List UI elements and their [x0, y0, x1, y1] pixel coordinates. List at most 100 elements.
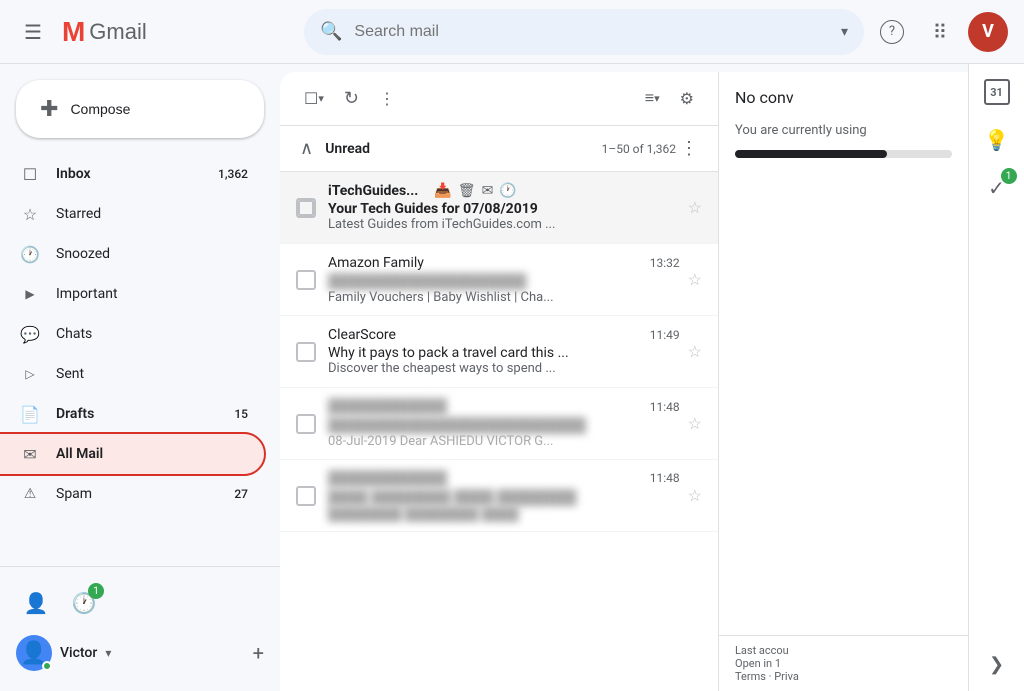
- email-checkbox[interactable]: [296, 414, 316, 434]
- sidebar-item-chats[interactable]: 💬 Chats: [0, 314, 264, 354]
- drafts-badge: 15: [234, 407, 248, 421]
- email-preview: Latest Guides from iTechGuides.com ...: [328, 217, 680, 232]
- header-left: ☰ M Gmail: [16, 12, 296, 52]
- help-button[interactable]: ?: [872, 12, 912, 52]
- email-subject: ██████████████████████████: [328, 417, 680, 434]
- allmail-icon: ✉: [16, 445, 44, 464]
- sidebar-item-important[interactable]: ▶ Important: [0, 274, 264, 314]
- settings-button[interactable]: ⚙: [672, 81, 702, 117]
- star-button[interactable]: ☆: [688, 198, 702, 217]
- compose-plus-icon: ✚: [40, 96, 58, 122]
- sidebar-item-label-starred: Starred: [56, 206, 248, 222]
- collapse-button[interactable]: ∧: [296, 134, 317, 163]
- user-avatar[interactable]: V: [968, 12, 1008, 52]
- user-avatar-small[interactable]: 👤: [16, 635, 52, 671]
- email-item[interactable]: ████████████ 11:48 █████████████████████…: [280, 388, 718, 460]
- star-button[interactable]: ☆: [688, 342, 702, 361]
- calendar-icon-button[interactable]: 31: [977, 72, 1017, 112]
- mark-unread-icon[interactable]: ✉: [482, 183, 494, 199]
- bottom-icons: 👤 🕐 1: [0, 575, 280, 631]
- checkbox-unchecked-icon: [298, 200, 314, 216]
- spam-badge: 27: [234, 487, 248, 501]
- email-content: Amazon Family 13:32 ████████████████████…: [328, 255, 680, 305]
- sidebar-item-drafts[interactable]: 📄 Drafts 15: [0, 394, 264, 434]
- sidebar-item-starred[interactable]: ☆ Starred: [0, 194, 264, 234]
- sidebar-item-allmail[interactable]: ✉ All Mail: [0, 434, 264, 474]
- email-item[interactable]: Amazon Family 13:32 ████████████████████…: [280, 244, 718, 316]
- star-button[interactable]: ☆: [688, 486, 702, 505]
- compose-button[interactable]: ✚ Compose: [16, 80, 264, 138]
- email-checkbox[interactable]: [296, 342, 316, 362]
- user-dropdown-icon[interactable]: ▾: [105, 646, 111, 660]
- email-item[interactable]: ClearScore 11:49 Why it pays to pack a t…: [280, 316, 718, 388]
- email-subject: ████████████████████: [328, 273, 680, 290]
- sidebar-item-label-important: Important: [56, 286, 248, 302]
- sent-icon: ▷: [16, 367, 44, 381]
- select-all-button[interactable]: ☐ ▾: [296, 81, 332, 117]
- snoozed-icon: 🕐: [16, 245, 44, 264]
- terms-text: Terms · Priva: [735, 670, 952, 683]
- sidebar-item-spam[interactable]: ⚠ Spam 27: [0, 474, 264, 514]
- sidebar-item-inbox[interactable]: ☐ Inbox 1,362: [0, 154, 264, 194]
- email-list: iTechGuides... 📥 🗑 ✉ 🕐 Your Tech Guides …: [280, 172, 718, 691]
- delete-icon[interactable]: 🗑: [458, 183, 476, 199]
- hamburger-icon[interactable]: ☰: [16, 12, 50, 52]
- sidebar-item-label-inbox: Inbox: [56, 166, 218, 182]
- email-sender: ████████████: [328, 398, 447, 415]
- apps-button[interactable]: ⠿: [920, 12, 960, 52]
- sidebar-item-label-snoozed: Snoozed: [56, 246, 248, 262]
- last-account-text: Last accou: [735, 644, 952, 657]
- sidebar-item-snoozed[interactable]: 🕐 Snoozed: [0, 234, 264, 274]
- search-dropdown-icon[interactable]: ▾: [841, 24, 848, 40]
- storage-progress-bar: [735, 150, 887, 158]
- sidebar-item-sent[interactable]: ▷ Sent: [0, 354, 264, 394]
- expand-icon: ❯: [989, 654, 1004, 675]
- density-button[interactable]: ≡ ▾: [637, 82, 668, 116]
- section-more-button[interactable]: ⋮: [676, 134, 702, 163]
- select-dropdown-icon: ▾: [318, 92, 324, 105]
- activities-button[interactable]: 🕐 1: [64, 583, 104, 623]
- snooze-icon[interactable]: 🕐: [499, 183, 516, 199]
- expand-button[interactable]: ❯: [981, 646, 1012, 683]
- tasks-icon-button[interactable]: ✓ 1: [977, 168, 1017, 208]
- email-bottom-row: 08-Jul-2019 Dear ASHIEDU VICTOR G...: [328, 434, 680, 449]
- email-preview: 08-Jul-2019 Dear ASHIEDU VICTOR G...: [328, 434, 680, 449]
- refresh-button[interactable]: ↻: [336, 80, 367, 117]
- star-button[interactable]: ☆: [688, 270, 702, 289]
- storage-text: You are currently using: [735, 123, 867, 138]
- star-button[interactable]: ☆: [688, 414, 702, 433]
- right-panel-title: No conv: [719, 72, 968, 115]
- email-checkbox[interactable]: [296, 198, 316, 218]
- no-conversation-text: No conv: [735, 88, 794, 107]
- email-content: iTechGuides... 📥 🗑 ✉ 🕐 Your Tech Guides …: [328, 183, 680, 232]
- email-checkbox[interactable]: [296, 486, 316, 506]
- online-indicator: [42, 661, 52, 671]
- email-time: 11:49: [650, 328, 680, 342]
- side-icons: 31 💡 ✓ 1 ❯: [968, 64, 1024, 691]
- email-bottom-row: ████████ ████████ ████: [328, 506, 680, 522]
- email-content: ████████████ 11:48 ████ ████████ ████ ██…: [328, 470, 680, 522]
- email-item[interactable]: iTechGuides... 📥 🗑 ✉ 🕐 Your Tech Guides …: [280, 172, 718, 244]
- sidebar-item-label-allmail: All Mail: [56, 446, 248, 462]
- email-checkbox[interactable]: [296, 270, 316, 290]
- search-input[interactable]: [354, 23, 829, 41]
- apps-icon: ⠿: [933, 20, 948, 44]
- email-top-row: iTechGuides... 📥 🗑 ✉ 🕐: [328, 183, 680, 199]
- compose-label: Compose: [70, 101, 130, 117]
- more-options-button[interactable]: ⋮: [371, 81, 403, 117]
- archive-icon[interactable]: 📥: [434, 183, 451, 199]
- email-area: ☐ ▾ ↻ ⋮ ≡ ▾ ⚙ ∧ U: [280, 72, 718, 691]
- contacts-button[interactable]: 👤: [16, 583, 56, 623]
- keep-icon-button[interactable]: 💡: [977, 120, 1017, 160]
- checkbox-icon: ☐: [304, 89, 318, 109]
- email-top-row: ████████████ 11:48: [328, 398, 680, 415]
- header-right: ? ⠿ V: [872, 12, 1008, 52]
- user-name-label: Victor: [60, 645, 97, 661]
- sidebar-item-label-sent: Sent: [56, 366, 248, 382]
- gmail-logo: M Gmail: [62, 16, 147, 48]
- email-item[interactable]: ████████████ 11:48 ████ ████████ ████ ██…: [280, 460, 718, 532]
- search-icon: 🔍: [320, 21, 342, 42]
- add-account-button[interactable]: +: [253, 641, 264, 665]
- email-preview: ████████ ████████ ████: [328, 506, 680, 522]
- sidebar: ✚ Compose ☐ Inbox 1,362 ☆ Starred 🕐 Snoo…: [0, 64, 280, 691]
